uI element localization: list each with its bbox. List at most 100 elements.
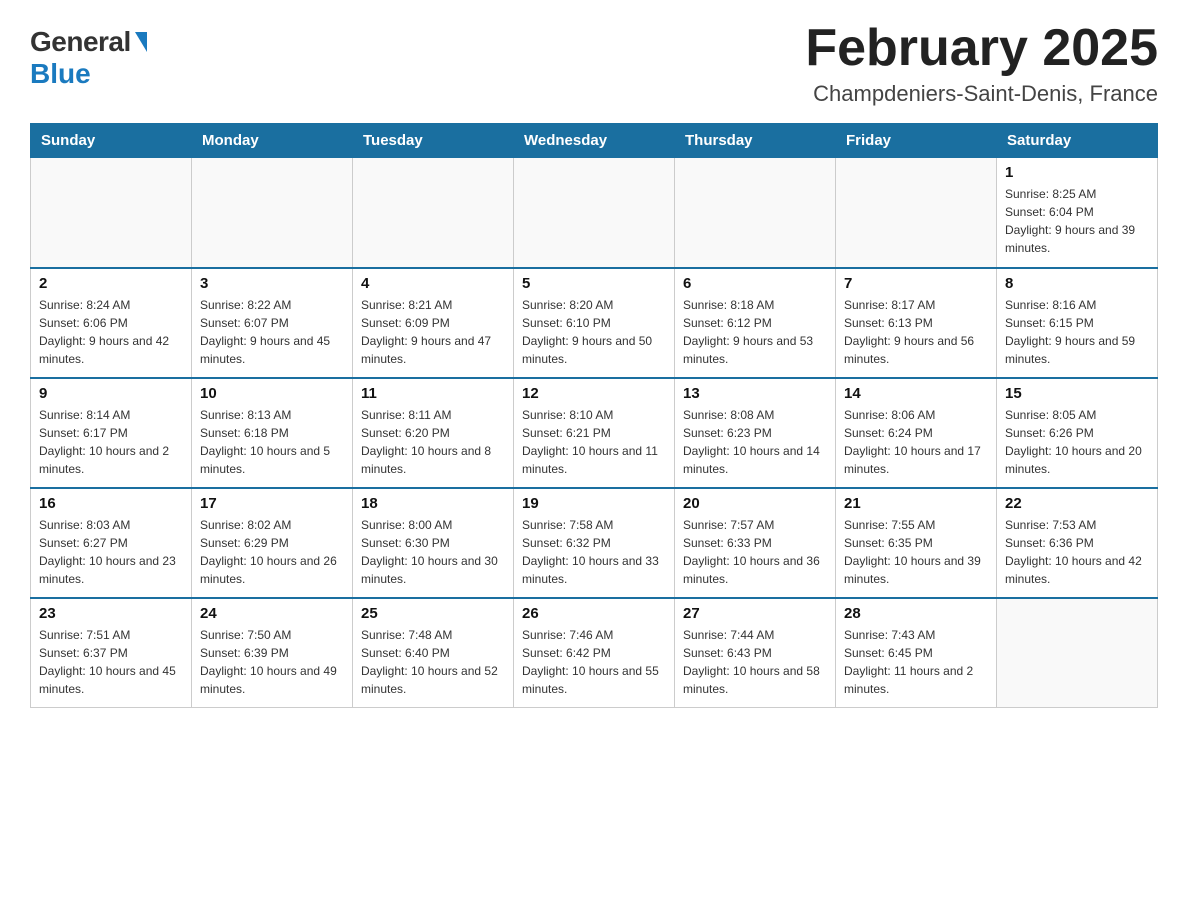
day-number: 16 — [39, 495, 183, 512]
calendar-week-row: 1 Sunrise: 8:25 AMSunset: 6:04 PMDaylight… — [31, 158, 1158, 268]
day-number: 25 — [361, 605, 505, 622]
weekday-header-tuesday: Tuesday — [353, 124, 514, 158]
calendar-cell: 23 Sunrise: 7:51 AMSunset: 6:37 PMDayligh… — [31, 598, 192, 708]
month-title: February 2025 — [805, 20, 1158, 77]
calendar-cell: 13Sunrise: 8:08 AMSunset: 6:23 PMDayligh… — [675, 378, 836, 488]
day-number: 27 — [683, 605, 827, 622]
day-number: 22 — [1005, 495, 1149, 512]
calendar-week-row: 9 Sunrise: 8:14 AMSunset: 6:17 PMDaylight… — [31, 378, 1158, 488]
calendar-cell — [353, 158, 514, 268]
day-info: Sunrise: 7:58 AMSunset: 6:32 PMDaylight:… — [522, 516, 666, 588]
day-info: Sunrise: 7:51 AMSunset: 6:37 PMDaylight:… — [39, 626, 183, 698]
day-info: Sunrise: 8:20 AMSunset: 6:10 PMDaylight:… — [522, 296, 666, 368]
day-number: 17 — [200, 495, 344, 512]
calendar-cell: 12Sunrise: 8:10 AMSunset: 6:21 PMDayligh… — [514, 378, 675, 488]
day-number: 6 — [683, 275, 827, 292]
day-info: Sunrise: 8:11 AMSunset: 6:20 PMDaylight:… — [361, 406, 505, 478]
day-number: 8 — [1005, 275, 1149, 292]
logo-blue-text: Blue — [30, 58, 91, 90]
calendar-cell: 5 Sunrise: 8:20 AMSunset: 6:10 PMDaylight… — [514, 268, 675, 378]
day-number: 28 — [844, 605, 988, 622]
day-info: Sunrise: 7:48 AMSunset: 6:40 PMDaylight:… — [361, 626, 505, 698]
day-number: 26 — [522, 605, 666, 622]
weekday-header-wednesday: Wednesday — [514, 124, 675, 158]
day-number: 2 — [39, 275, 183, 292]
day-info: Sunrise: 8:25 AMSunset: 6:04 PMDaylight:… — [1005, 185, 1149, 257]
calendar-cell: 15Sunrise: 8:05 AMSunset: 6:26 PMDayligh… — [997, 378, 1158, 488]
day-number: 13 — [683, 385, 827, 402]
day-number: 11 — [361, 385, 505, 402]
day-info: Sunrise: 8:00 AMSunset: 6:30 PMDaylight:… — [361, 516, 505, 588]
calendar-cell: 4Sunrise: 8:21 AMSunset: 6:09 PMDaylight… — [353, 268, 514, 378]
calendar-cell: 2 Sunrise: 8:24 AMSunset: 6:06 PMDaylight… — [31, 268, 192, 378]
day-number: 3 — [200, 275, 344, 292]
calendar-cell — [31, 158, 192, 268]
day-number: 9 — [39, 385, 183, 402]
day-number: 5 — [522, 275, 666, 292]
calendar-cell: 20 Sunrise: 7:57 AMSunset: 6:33 PMDayligh… — [675, 488, 836, 598]
calendar-table: SundayMondayTuesdayWednesdayThursdayFrid… — [30, 123, 1158, 708]
calendar-week-row: 2 Sunrise: 8:24 AMSunset: 6:06 PMDaylight… — [31, 268, 1158, 378]
day-info: Sunrise: 7:53 AMSunset: 6:36 PMDaylight:… — [1005, 516, 1149, 588]
calendar-cell: 24 Sunrise: 7:50 AMSunset: 6:39 PMDayligh… — [192, 598, 353, 708]
calendar-cell — [997, 598, 1158, 708]
day-info: Sunrise: 8:10 AMSunset: 6:21 PMDaylight:… — [522, 406, 666, 478]
title-section: February 2025 Champdeniers-Saint-Denis, … — [805, 20, 1158, 107]
calendar-cell: 26 Sunrise: 7:46 AMSunset: 6:42 PMDayligh… — [514, 598, 675, 708]
day-info: Sunrise: 8:05 AMSunset: 6:26 PMDaylight:… — [1005, 406, 1149, 478]
calendar-cell: 25 Sunrise: 7:48 AMSunset: 6:40 PMDayligh… — [353, 598, 514, 708]
day-number: 1 — [1005, 164, 1149, 181]
calendar-cell: 27 Sunrise: 7:44 AMSunset: 6:43 PMDayligh… — [675, 598, 836, 708]
calendar-cell: 22 Sunrise: 7:53 AMSunset: 6:36 PMDayligh… — [997, 488, 1158, 598]
day-info: Sunrise: 8:02 AMSunset: 6:29 PMDaylight:… — [200, 516, 344, 588]
day-info: Sunrise: 7:55 AMSunset: 6:35 PMDaylight:… — [844, 516, 988, 588]
weekday-header-sunday: Sunday — [31, 124, 192, 158]
calendar-cell — [192, 158, 353, 268]
day-number: 20 — [683, 495, 827, 512]
day-info: Sunrise: 8:17 AMSunset: 6:13 PMDaylight:… — [844, 296, 988, 368]
day-info: Sunrise: 8:13 AMSunset: 6:18 PMDaylight:… — [200, 406, 344, 478]
day-number: 21 — [844, 495, 988, 512]
day-info: Sunrise: 8:18 AMSunset: 6:12 PMDaylight:… — [683, 296, 827, 368]
day-info: Sunrise: 7:50 AMSunset: 6:39 PMDaylight:… — [200, 626, 344, 698]
day-info: Sunrise: 7:44 AMSunset: 6:43 PMDaylight:… — [683, 626, 827, 698]
day-info: Sunrise: 8:24 AMSunset: 6:06 PMDaylight:… — [39, 296, 183, 368]
day-info: Sunrise: 7:57 AMSunset: 6:33 PMDaylight:… — [683, 516, 827, 588]
day-number: 14 — [844, 385, 988, 402]
day-info: Sunrise: 7:43 AMSunset: 6:45 PMDaylight:… — [844, 626, 988, 698]
day-number: 23 — [39, 605, 183, 622]
calendar-cell — [514, 158, 675, 268]
day-number: 24 — [200, 605, 344, 622]
calendar-cell: 16 Sunrise: 8:03 AMSunset: 6:27 PMDayligh… — [31, 488, 192, 598]
logo-triangle-icon — [135, 32, 147, 52]
calendar-cell: 18 Sunrise: 8:00 AMSunset: 6:30 PMDayligh… — [353, 488, 514, 598]
calendar-cell: 6 Sunrise: 8:18 AMSunset: 6:12 PMDaylight… — [675, 268, 836, 378]
calendar-cell — [675, 158, 836, 268]
day-info: Sunrise: 8:03 AMSunset: 6:27 PMDaylight:… — [39, 516, 183, 588]
day-number: 7 — [844, 275, 988, 292]
day-info: Sunrise: 7:46 AMSunset: 6:42 PMDaylight:… — [522, 626, 666, 698]
calendar-cell: 28 Sunrise: 7:43 AMSunset: 6:45 PMDayligh… — [836, 598, 997, 708]
day-number: 10 — [200, 385, 344, 402]
day-info: Sunrise: 8:06 AMSunset: 6:24 PMDaylight:… — [844, 406, 988, 478]
calendar-cell: 14 Sunrise: 8:06 AMSunset: 6:24 PMDayligh… — [836, 378, 997, 488]
weekday-header-monday: Monday — [192, 124, 353, 158]
calendar-cell: 17 Sunrise: 8:02 AMSunset: 6:29 PMDayligh… — [192, 488, 353, 598]
weekday-header-friday: Friday — [836, 124, 997, 158]
weekday-header-thursday: Thursday — [675, 124, 836, 158]
calendar-week-row: 16 Sunrise: 8:03 AMSunset: 6:27 PMDayligh… — [31, 488, 1158, 598]
weekday-header-saturday: Saturday — [997, 124, 1158, 158]
calendar-cell: 7 Sunrise: 8:17 AMSunset: 6:13 PMDaylight… — [836, 268, 997, 378]
day-info: Sunrise: 8:14 AMSunset: 6:17 PMDaylight:… — [39, 406, 183, 478]
calendar-cell: 1 Sunrise: 8:25 AMSunset: 6:04 PMDaylight… — [997, 158, 1158, 268]
logo: General Blue — [30, 20, 147, 90]
day-number: 19 — [522, 495, 666, 512]
calendar-cell: 9 Sunrise: 8:14 AMSunset: 6:17 PMDaylight… — [31, 378, 192, 488]
calendar-cell — [836, 158, 997, 268]
logo-general-text: General — [30, 26, 131, 58]
calendar-cell: 21 Sunrise: 7:55 AMSunset: 6:35 PMDayligh… — [836, 488, 997, 598]
day-number: 4 — [361, 275, 505, 292]
calendar-cell: 10 Sunrise: 8:13 AMSunset: 6:18 PMDayligh… — [192, 378, 353, 488]
weekday-header-row: SundayMondayTuesdayWednesdayThursdayFrid… — [31, 124, 1158, 158]
day-number: 18 — [361, 495, 505, 512]
